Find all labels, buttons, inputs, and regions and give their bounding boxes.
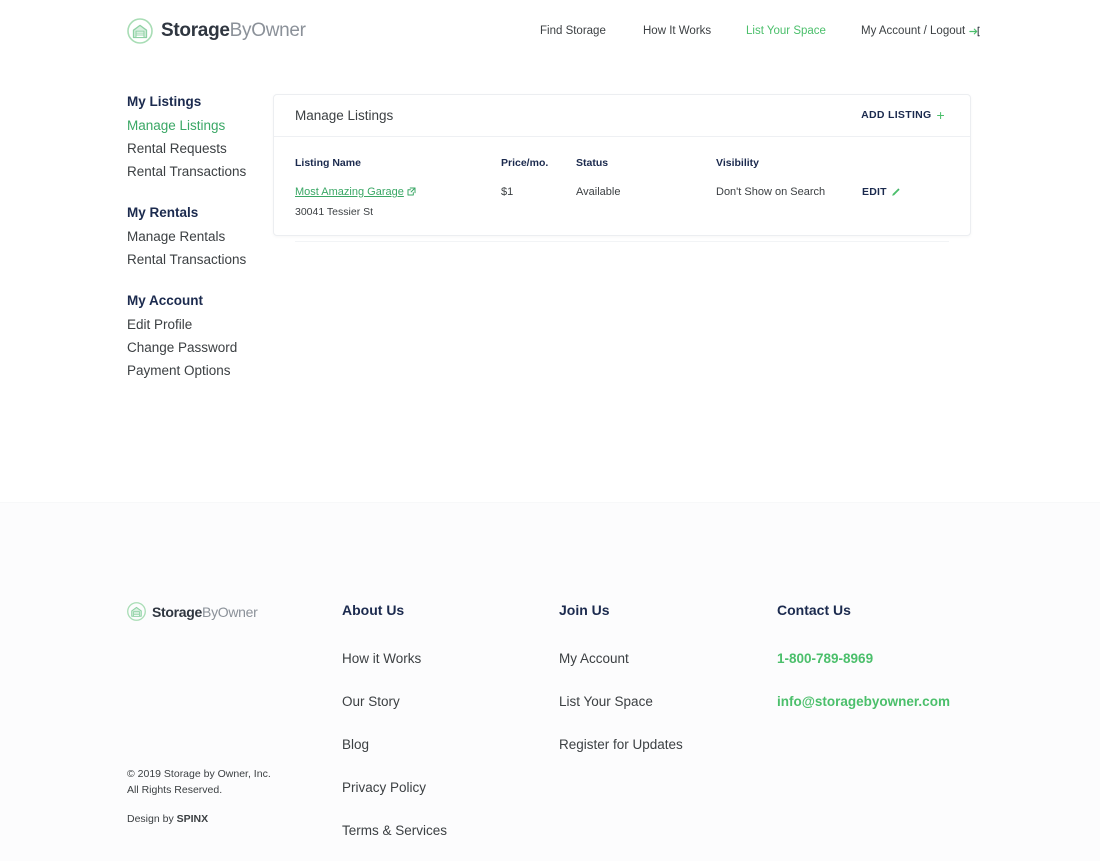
- sidebar-item-payment-options[interactable]: Payment Options: [127, 363, 262, 378]
- footer-heading-about-us: About Us: [342, 602, 405, 618]
- logo-word-storage: Storage: [161, 20, 230, 41]
- footer-column-contact-us: Contact Us 1-800-789-8969 info@storageby…: [777, 602, 950, 737]
- external-link-icon[interactable]: [407, 187, 416, 196]
- footer-email-link[interactable]: info@storagebyowner.com: [777, 694, 950, 709]
- design-credit-brand: SPINX: [176, 813, 209, 825]
- footer-link-our-story[interactable]: Our Story: [342, 694, 447, 709]
- footer-link-how-it-works[interactable]: How it Works: [342, 651, 447, 666]
- footer-link-blog[interactable]: Blog: [342, 737, 447, 752]
- sidebar-group-my-listings: My Listings Manage Listings Rental Reque…: [127, 94, 262, 179]
- nav-item-list-your-space[interactable]: List Your Space: [746, 25, 826, 37]
- site-header: StorageByOwner Find Storage How It Works…: [0, 0, 1100, 66]
- copyright: © 2019 Storage by Owner, Inc. All Rights…: [127, 766, 271, 799]
- sidebar-group-my-rentals: My Rentals Manage Rentals Rental Transac…: [127, 205, 262, 267]
- logo-word-byowner: ByOwner: [229, 20, 306, 41]
- storage-garage-icon: [127, 18, 153, 44]
- footer-phone-link[interactable]: 1-800-789-8969: [777, 651, 950, 666]
- manage-listings-card: Manage Listings ADD LISTING + Listing Na…: [273, 94, 971, 242]
- sidebar-item-change-password[interactable]: Change Password: [127, 340, 262, 355]
- copyright-line-1: © 2019 Storage by Owner, Inc.: [127, 768, 271, 780]
- cell-price: $1: [501, 186, 514, 198]
- footer-link-terms-and-services[interactable]: Terms & Services: [342, 823, 447, 838]
- sidebar-item-manage-listings[interactable]: Manage Listings: [127, 118, 262, 133]
- column-header-listing-name: Listing Name: [295, 157, 361, 169]
- footer-column-join-us: Join Us My Account List Your Space Regis…: [559, 602, 683, 780]
- footer-column-about-us: About Us How it Works Our Story Blog Pri…: [342, 602, 447, 861]
- footer-heading-contact-us: Contact Us: [777, 602, 851, 618]
- sidebar-heading-my-rentals: My Rentals: [127, 205, 199, 220]
- footer-logo-word-storage: Storage: [152, 603, 203, 620]
- nav-item-find-storage[interactable]: Find Storage: [540, 25, 606, 37]
- sidebar-item-rental-transactions-rentals[interactable]: Rental Transactions: [127, 252, 262, 267]
- copyright-line-2: All Rights Reserved.: [127, 784, 223, 797]
- row-divider: [295, 241, 949, 242]
- design-credit-prefix: Design by: [127, 813, 177, 825]
- listings-table: Listing Name Price/mo. Status Visibility…: [274, 137, 970, 242]
- footer-logo[interactable]: StorageByOwner: [127, 602, 258, 621]
- footer-link-privacy-policy[interactable]: Privacy Policy: [342, 780, 447, 795]
- site-footer: StorageByOwner © 2019 Storage by Owner, …: [0, 502, 1100, 861]
- add-listing-button[interactable]: ADD LISTING +: [861, 108, 945, 122]
- logout-icon: [969, 26, 980, 37]
- pencil-icon: [891, 187, 901, 197]
- plus-icon: +: [936, 107, 945, 123]
- cell-visibility: Don't Show on Search: [716, 186, 826, 198]
- listing-name-text: Most Amazing Garage: [295, 186, 404, 198]
- page-title: Manage Listings: [295, 108, 394, 123]
- listing-name-link[interactable]: Most Amazing Garage: [295, 186, 404, 198]
- account-sidebar: My Listings Manage Listings Rental Reque…: [127, 94, 262, 404]
- footer-link-list-your-space[interactable]: List Your Space: [559, 694, 683, 709]
- edit-listing-button[interactable]: EDIT: [862, 186, 901, 198]
- storage-garage-icon-footer: [127, 602, 146, 621]
- footer-link-my-account[interactable]: My Account: [559, 651, 683, 666]
- edit-listing-label: EDIT: [862, 186, 887, 198]
- design-credit: Design by SPINX: [127, 813, 208, 825]
- page-root: StorageByOwner Find Storage How It Works…: [0, 0, 1100, 861]
- column-header-status: Status: [576, 157, 609, 169]
- cell-edit: EDIT: [862, 186, 901, 198]
- nav-item-how-it-works[interactable]: How It Works: [643, 25, 711, 37]
- column-header-visibility: Visibility: [716, 157, 759, 169]
- sidebar-item-rental-transactions[interactable]: Rental Transactions: [127, 164, 262, 179]
- card-header: Manage Listings ADD LISTING +: [274, 95, 970, 137]
- add-listing-label: ADD LISTING: [861, 109, 932, 121]
- cell-listing-name: Most Amazing Garage 30041 Tessier St: [295, 186, 416, 218]
- column-header-price: Price/mo.: [501, 157, 549, 169]
- table-header-row: Listing Name Price/mo. Status Visibility: [295, 157, 949, 179]
- footer-heading-join-us: Join Us: [559, 602, 610, 618]
- sidebar-item-rental-requests[interactable]: Rental Requests: [127, 141, 262, 156]
- nav-item-my-account-logout[interactable]: My Account / Logout: [861, 25, 980, 37]
- table-row: Most Amazing Garage 30041 Tessier St $1 …: [295, 186, 949, 242]
- sidebar-item-edit-profile[interactable]: Edit Profile: [127, 317, 262, 332]
- footer-link-register-for-updates[interactable]: Register for Updates: [559, 737, 683, 752]
- footer-logo-word-byowner: ByOwner: [202, 603, 258, 620]
- sidebar-group-my-account: My Account Edit Profile Change Password …: [127, 293, 262, 378]
- nav-item-my-account-logout-label: My Account / Logout: [861, 25, 966, 37]
- sidebar-heading-my-listings: My Listings: [127, 94, 202, 109]
- footer-logo-wordmark: StorageByOwner: [152, 604, 258, 620]
- listing-address: 30041 Tessier St: [295, 206, 374, 218]
- sidebar-item-manage-rentals[interactable]: Manage Rentals: [127, 229, 262, 244]
- site-logo[interactable]: StorageByOwner: [127, 18, 306, 44]
- logo-wordmark: StorageByOwner: [161, 20, 306, 42]
- sidebar-heading-my-account: My Account: [127, 293, 204, 308]
- cell-status: Available: [576, 186, 621, 198]
